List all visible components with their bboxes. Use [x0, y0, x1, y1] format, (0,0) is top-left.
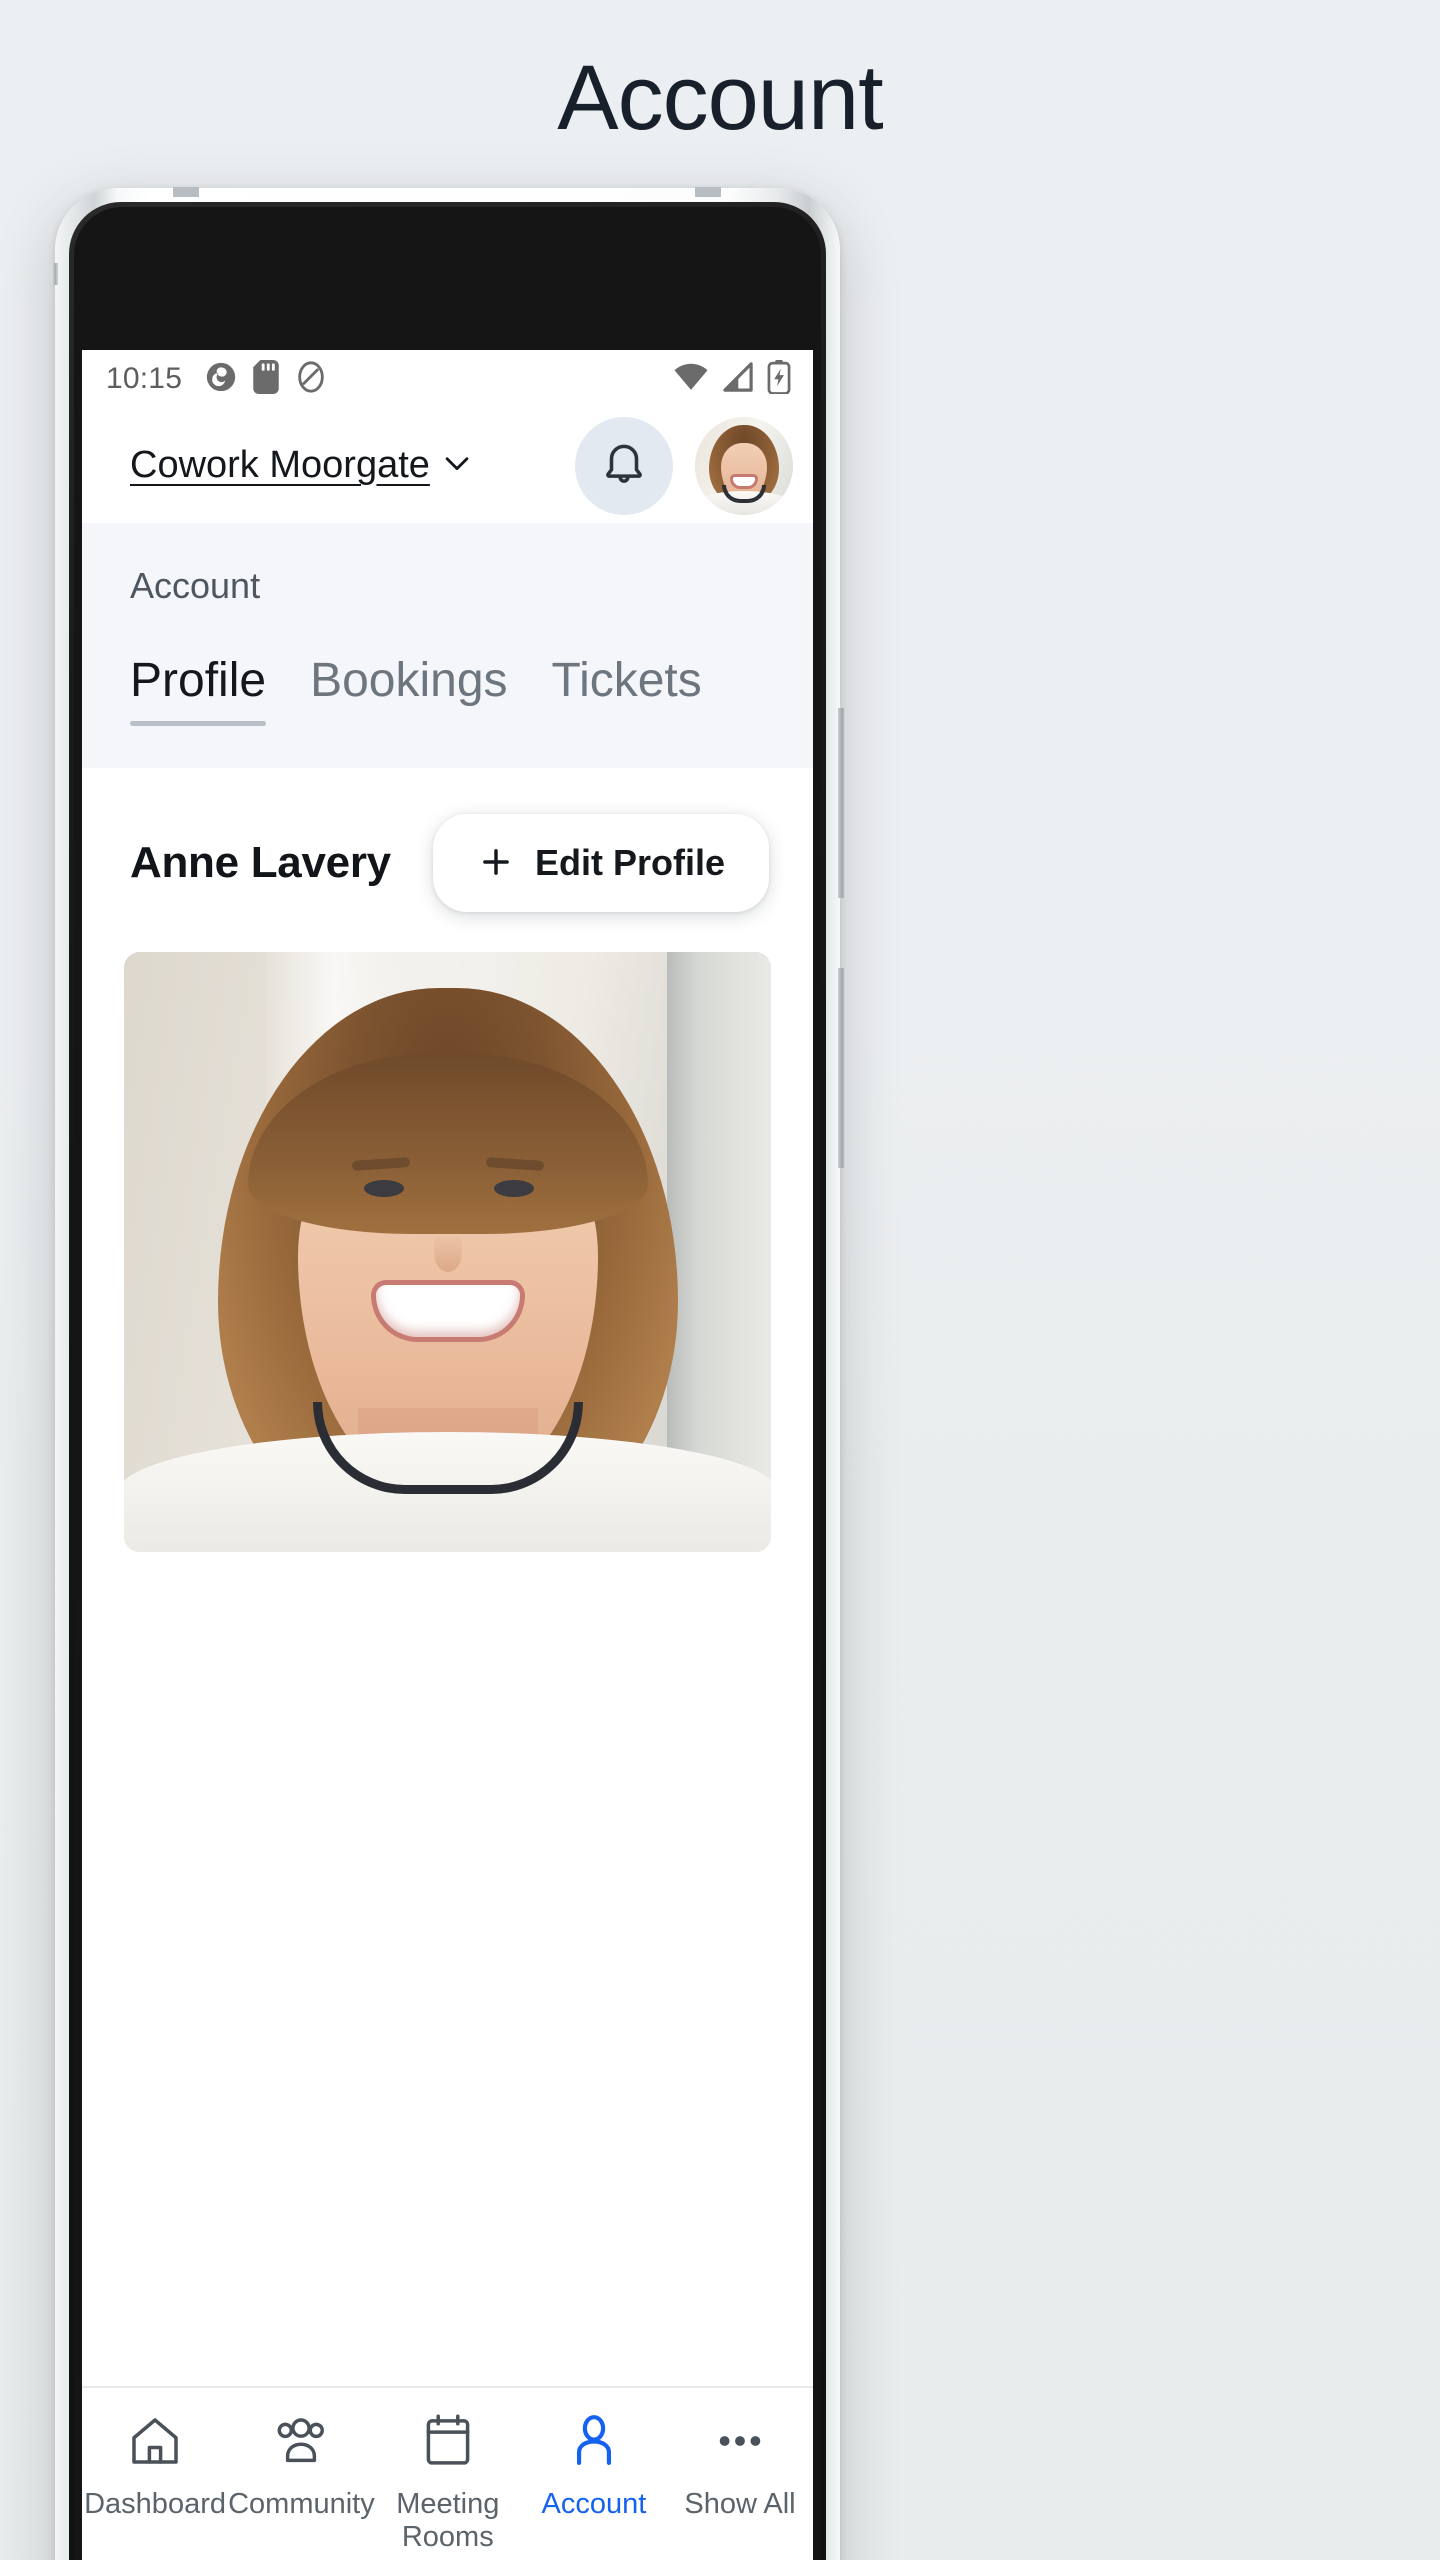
tab-bookings[interactable]: Bookings — [288, 653, 529, 726]
calendar-icon — [421, 2410, 475, 2472]
account-section-header: Account Profile Bookings Tickets — [82, 523, 813, 726]
phone-antenna-left — [173, 187, 199, 197]
battery-charging-icon — [767, 359, 791, 399]
status-bar: 10:15 — [82, 350, 813, 408]
camera-shutter-icon — [204, 360, 238, 399]
section-divider — [82, 726, 813, 768]
bell-icon — [599, 438, 649, 493]
tab-profile[interactable]: Profile — [130, 653, 288, 726]
account-tabs: Profile Bookings Tickets — [82, 607, 813, 726]
nav-label-community: Community — [228, 2488, 375, 2520]
page-title: Account — [557, 47, 883, 149]
nav-label-meeting-rooms: Meeting Rooms — [396, 2488, 500, 2554]
avatar-image — [695, 416, 793, 515]
status-bar-system-icons — [673, 359, 791, 399]
ellipsis-icon — [712, 2410, 768, 2472]
nav-item-show-all[interactable]: Show All — [667, 2410, 813, 2521]
nav-label-account: Account — [541, 2488, 647, 2520]
nav-item-account[interactable]: Account — [521, 2410, 667, 2521]
nav-label-show-all: Show All — [684, 2488, 796, 2520]
do-not-disturb-icon — [294, 360, 328, 399]
phone-left-button[interactable] — [51, 263, 58, 285]
cellular-signal-icon — [722, 361, 754, 397]
notifications-button[interactable] — [575, 416, 673, 515]
edit-profile-label: Edit Profile — [534, 842, 725, 883]
status-bar-clock: 10:15 — [106, 362, 183, 395]
tab-tickets[interactable]: Tickets — [530, 653, 724, 726]
phone-volume-button[interactable] — [838, 708, 846, 898]
phone-screen: 10:15 Cowork Moorgate Account Profile Bo… — [82, 350, 813, 2560]
nav-item-meeting-rooms[interactable]: Meeting Rooms — [375, 2410, 521, 2555]
nav-item-community[interactable]: Community — [228, 2410, 375, 2521]
status-bar-notification-icons — [204, 359, 328, 399]
nav-label-dashboard: Dashboard — [84, 2488, 226, 2520]
sd-card-icon — [252, 359, 280, 399]
site-selector-label: Cowork Moorgate — [130, 444, 430, 486]
profile-panel: Anne Lavery Edit Profile — [82, 768, 813, 1552]
bottom-navigation-bar: Dashboard Community Meeting Rooms Accoun… — [82, 2386, 813, 2560]
site-selector[interactable]: Cowork Moorgate — [130, 444, 474, 487]
people-icon — [271, 2410, 331, 2472]
home-icon — [127, 2410, 183, 2472]
wifi-icon — [673, 362, 709, 397]
phone-antenna-right — [695, 187, 721, 197]
edit-profile-button[interactable]: Edit Profile — [432, 814, 769, 912]
profile-photo[interactable] — [124, 952, 771, 1552]
section-label: Account — [130, 565, 261, 606]
phone-device-frame: 10:15 Cowork Moorgate Account Profile Bo… — [51, 187, 846, 2560]
phone-power-button[interactable] — [838, 968, 846, 1168]
plus-icon — [477, 843, 515, 884]
chevron-down-icon — [440, 446, 474, 485]
nav-item-dashboard[interactable]: Dashboard — [82, 2410, 228, 2521]
profile-header-row: Anne Lavery Edit Profile — [82, 768, 813, 952]
avatar[interactable] — [695, 416, 793, 515]
app-top-bar: Cowork Moorgate — [82, 408, 813, 523]
profile-name: Anne Lavery — [130, 838, 391, 887]
person-icon — [567, 2410, 621, 2472]
